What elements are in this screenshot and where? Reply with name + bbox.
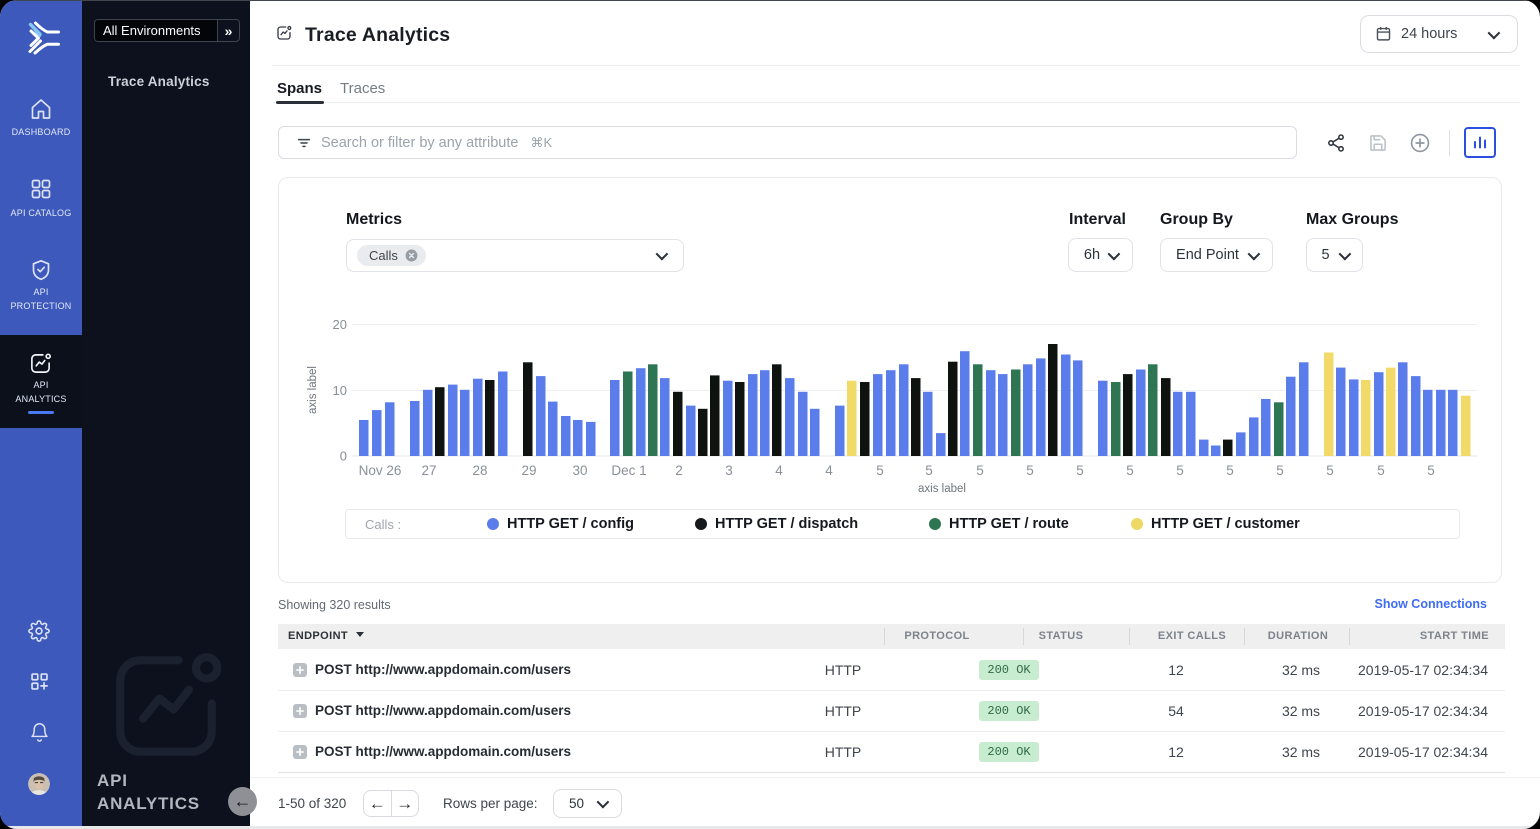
svg-text:20: 20: [333, 317, 347, 332]
svg-text:3: 3: [725, 463, 733, 478]
svg-text:29: 29: [521, 463, 536, 478]
svg-text:5: 5: [1276, 463, 1284, 478]
svg-text:5: 5: [925, 463, 933, 478]
svg-text:axis label: axis label: [307, 366, 319, 414]
svg-text:30: 30: [572, 463, 587, 478]
svg-text:5: 5: [1326, 463, 1334, 478]
svg-text:4: 4: [825, 463, 833, 478]
svg-text:5: 5: [1176, 463, 1184, 478]
svg-text:5: 5: [1126, 463, 1134, 478]
svg-text:5: 5: [1427, 463, 1435, 478]
svg-text:5: 5: [1377, 463, 1385, 478]
svg-text:Nov 26: Nov 26: [359, 463, 402, 478]
svg-text:5: 5: [1026, 463, 1034, 478]
svg-text:5: 5: [1076, 463, 1084, 478]
svg-text:5: 5: [1226, 463, 1234, 478]
svg-text:0: 0: [340, 449, 347, 464]
svg-text:2: 2: [675, 463, 683, 478]
svg-text:4: 4: [775, 463, 783, 478]
svg-text:Dec 1: Dec 1: [611, 463, 646, 478]
svg-text:28: 28: [472, 463, 487, 478]
svg-text:axis label: axis label: [918, 483, 966, 495]
svg-text:10: 10: [333, 383, 347, 398]
svg-text:5: 5: [976, 463, 984, 478]
svg-text:5: 5: [876, 463, 884, 478]
svg-text:27: 27: [421, 463, 436, 478]
